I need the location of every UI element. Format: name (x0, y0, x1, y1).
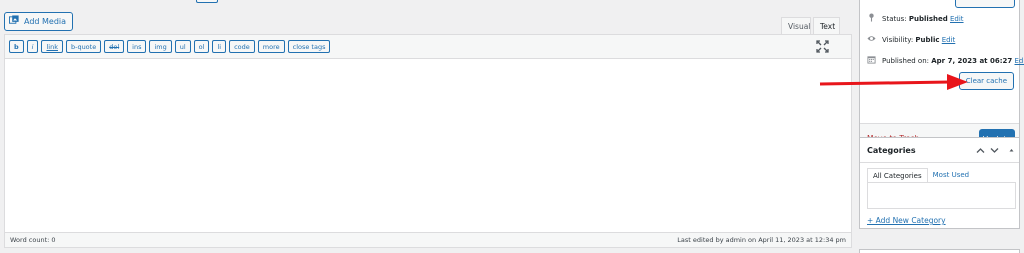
qt-ul-button[interactable]: ul (174, 40, 191, 53)
visibility-value: Public (915, 35, 940, 44)
tab-most-used[interactable]: Most Used (928, 168, 974, 182)
word-count: Word count: 0 (10, 236, 56, 244)
categories-checklist[interactable] (867, 182, 1016, 209)
qt-close-tags-button[interactable]: close tags (287, 40, 331, 53)
tab-visual[interactable]: Visual (781, 17, 811, 35)
status-row: Status: Published Edit (867, 13, 964, 24)
editor-status-bar: Word count: 0 Last edited by admin on Ap… (5, 232, 851, 247)
top-toolbar-stub[interactable] (196, 0, 218, 3)
qt-italic-button[interactable]: i (26, 40, 39, 53)
qt-del-button[interactable]: del (104, 40, 125, 53)
categories-panel: Categories All Categories Most Used + Ad… (859, 137, 1020, 229)
chevron-down-icon[interactable] (990, 146, 999, 155)
published-on-row: Published on: Apr 7, 2023 at 06:27 Edit (867, 55, 1024, 66)
qt-bold-button[interactable]: b (9, 40, 24, 53)
status-value: Published (908, 14, 948, 23)
published-label: Published on: (882, 56, 930, 65)
chevron-up-icon[interactable] (976, 146, 985, 155)
tab-all-categories[interactable]: All Categories (867, 168, 928, 182)
visibility-edit-link[interactable]: Edit (942, 36, 956, 44)
preview-changes-button[interactable] (955, 0, 1015, 8)
qt-blockquote-button[interactable]: b-quote (65, 40, 102, 53)
last-edited: Last edited by admin on April 11, 2023 a… (677, 236, 846, 244)
qt-img-button[interactable]: img (149, 40, 172, 53)
annotation-arrow (819, 74, 968, 90)
add-media-label: Add Media (24, 17, 67, 26)
qt-link-button[interactable]: link (41, 40, 63, 53)
quicktags-toolbar: b i link b-quote del ins img ul ol li co… (5, 35, 851, 59)
qt-more-button[interactable]: more (257, 40, 285, 53)
pin-icon (867, 13, 876, 24)
categories-tabs: All Categories Most Used (867, 168, 974, 182)
triangle-up-icon[interactable] (1007, 146, 1016, 155)
visibility-row: Visibility: Public Edit (867, 34, 955, 45)
qt-li-button[interactable]: li (212, 40, 227, 53)
content-textarea[interactable] (5, 59, 851, 231)
fullscreen-icon[interactable] (816, 40, 829, 53)
add-media-icon (9, 15, 20, 28)
editor-container: b i link b-quote del ins img ul ol li co… (4, 34, 852, 248)
calendar-icon (867, 55, 876, 66)
tab-text[interactable]: Text (813, 17, 840, 35)
qt-code-button[interactable]: code (229, 40, 255, 53)
add-media-button[interactable]: Add Media (4, 12, 74, 31)
published-edit-link[interactable]: Edit (1014, 57, 1024, 65)
visibility-label: Visibility: (882, 35, 914, 44)
next-panel-stub (859, 249, 1020, 253)
qt-ins-button[interactable]: ins (127, 40, 147, 53)
categories-title: Categories (867, 145, 916, 155)
eye-icon (867, 34, 876, 45)
add-new-category-link[interactable]: + Add New Category (867, 216, 946, 225)
published-value: Apr 7, 2023 at 06:27 (931, 56, 1013, 65)
qt-ol-button[interactable]: ol (193, 40, 210, 53)
status-label: Status: (882, 14, 907, 23)
status-edit-link[interactable]: Edit (950, 15, 964, 23)
